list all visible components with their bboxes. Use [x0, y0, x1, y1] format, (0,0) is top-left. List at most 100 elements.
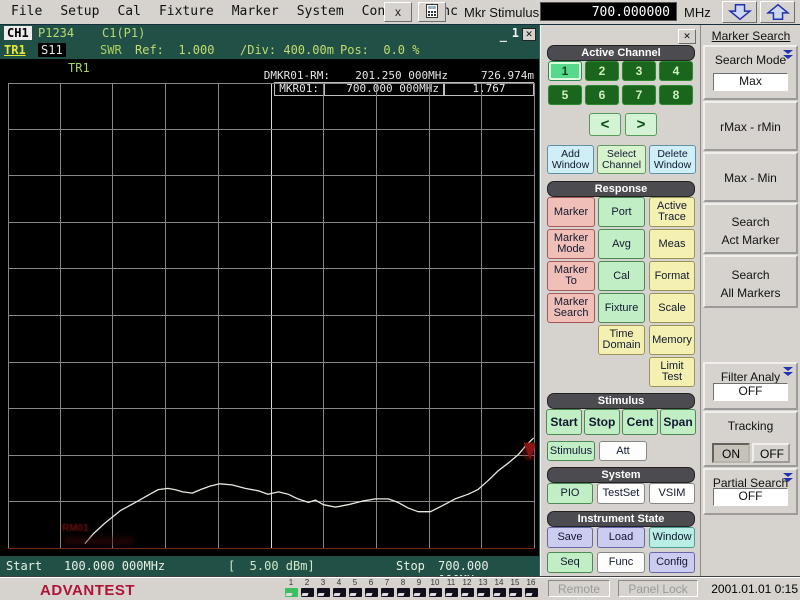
format-button[interactable]: Format: [649, 261, 695, 291]
marker-mode-button[interactable]: Marker Mode: [547, 229, 595, 259]
stimulus-start-button[interactable]: Start: [546, 409, 582, 435]
fixture-button[interactable]: Fixture: [598, 293, 645, 323]
toggle-tracking-off[interactable]: OFF: [752, 443, 790, 463]
stimulus-button[interactable]: Stimulus: [547, 441, 595, 461]
window-icon-mark: [461, 593, 468, 596]
softkey-search-act-marker[interactable]: SearchAct Marker: [703, 203, 798, 254]
menu-file[interactable]: File: [2, 2, 51, 21]
time-domain-button[interactable]: Time Domain: [598, 325, 645, 355]
channel-next-button[interactable]: >: [625, 113, 657, 136]
minimized-window-13[interactable]: 13: [475, 579, 491, 597]
trace-id-label[interactable]: TR1: [4, 43, 26, 57]
softkey-rmax-rmin[interactable]: rMax - rMin: [703, 101, 798, 151]
minimized-window-8[interactable]: 8: [395, 579, 411, 597]
limit-test-button[interactable]: Limit Test: [649, 357, 695, 387]
minimized-window-9[interactable]: 9: [411, 579, 427, 597]
channel-button-4[interactable]: 4: [659, 61, 693, 81]
config-button[interactable]: Config: [649, 552, 695, 573]
datetime-label: 2001.01.01 0:15: [706, 582, 798, 596]
window-icon-mark: [429, 593, 436, 596]
window-icon-mark: [317, 593, 324, 596]
meas-button[interactable]: Meas: [649, 229, 695, 259]
minimized-window-11[interactable]: 11: [443, 579, 459, 597]
vsim-button[interactable]: VSIM: [649, 483, 695, 504]
minimized-window-1[interactable]: 1: [283, 579, 299, 597]
seq-button[interactable]: Seq: [547, 552, 593, 573]
testset-button[interactable]: TestSet: [597, 483, 645, 504]
stimulus-stop-button[interactable]: Stop: [584, 409, 620, 435]
minimized-window-10[interactable]: 10: [427, 579, 443, 597]
stimulus-cent-button[interactable]: Cent: [622, 409, 658, 435]
menu-setup[interactable]: Setup: [51, 2, 108, 21]
channel-button-5[interactable]: 5: [548, 85, 582, 105]
toolbar-close-button[interactable]: x: [384, 2, 412, 22]
add-window-button[interactable]: Add Window: [547, 145, 594, 174]
scale-button[interactable]: Scale: [649, 293, 695, 323]
menu-system[interactable]: System: [288, 2, 353, 21]
active-trace-button[interactable]: Active Trace: [649, 197, 695, 227]
window-icon: [509, 588, 522, 597]
delta-marker-frequency: 201.250 000MHz: [330, 69, 448, 82]
channel-button-3[interactable]: 3: [622, 61, 656, 81]
graph-close-button[interactable]: ✕: [522, 28, 536, 41]
minimized-window-5[interactable]: 5: [347, 579, 363, 597]
window-icon-mark: [285, 593, 292, 596]
softkey-tracking[interactable]: TrackingONOFF: [703, 411, 798, 467]
start-value: 100.000 000MHz: [64, 559, 165, 573]
minimized-window-2[interactable]: 2: [299, 579, 315, 597]
minimized-window-4[interactable]: 4: [331, 579, 347, 597]
minimized-window-16[interactable]: 16: [523, 579, 539, 597]
window-icon-mark: [333, 593, 340, 596]
channel-button-6[interactable]: 6: [585, 85, 619, 105]
softkey-label-line2: Act Marker: [705, 233, 796, 247]
menu-fixture[interactable]: Fixture: [150, 2, 223, 21]
marker-button[interactable]: Marker: [547, 197, 595, 227]
att-button[interactable]: Att: [599, 441, 647, 461]
softkey-value-display: OFF: [713, 488, 788, 506]
stimulus-span-button[interactable]: Span: [660, 409, 696, 435]
minimized-window-3[interactable]: 3: [315, 579, 331, 597]
channel-button-8[interactable]: 8: [659, 85, 693, 105]
port-button[interactable]: Port: [598, 197, 645, 227]
control-panel-close-button[interactable]: ✕: [678, 29, 696, 44]
select-channel-button[interactable]: Select Channel: [597, 145, 646, 174]
delete-window-button[interactable]: Delete Window: [649, 145, 696, 174]
marker-step-down-button[interactable]: [722, 1, 757, 23]
toggle-tracking-on[interactable]: ON: [712, 443, 750, 463]
div-value: 400.00m: [283, 43, 334, 57]
channel-button-7[interactable]: 7: [622, 85, 656, 105]
cal-button[interactable]: Cal: [598, 261, 645, 291]
calculator-button[interactable]: [418, 2, 446, 22]
minimize-icon[interactable]: _: [500, 28, 507, 42]
softkey-partial-search[interactable]: Partial SearchOFF: [703, 468, 798, 515]
mkr-stimulus-input[interactable]: 700.000000: [540, 2, 677, 21]
func-button[interactable]: Func: [597, 552, 645, 573]
minimized-window-7[interactable]: 7: [379, 579, 395, 597]
window-button[interactable]: Window: [649, 527, 695, 548]
avg-button[interactable]: Avg: [598, 229, 645, 259]
save-button[interactable]: Save: [547, 527, 593, 548]
menu-cal[interactable]: Cal: [108, 2, 149, 21]
load-button[interactable]: Load: [597, 527, 645, 548]
trace-plot-area[interactable]: [8, 83, 535, 549]
menu-marker[interactable]: Marker: [223, 2, 288, 21]
channel-button-1[interactable]: 1: [548, 61, 582, 81]
marker-step-up-button[interactable]: [760, 1, 795, 23]
pio-button[interactable]: PIO: [547, 483, 593, 504]
minimized-window-6[interactable]: 6: [363, 579, 379, 597]
softkey-search-all-markers[interactable]: SearchAll Markers: [703, 255, 798, 308]
softkey-search-mode[interactable]: Search ModeMax: [703, 45, 798, 100]
softkey-value-display: Max: [713, 73, 788, 91]
softkey-max-min[interactable]: Max - Min: [703, 152, 798, 202]
minimized-window-12[interactable]: 12: [459, 579, 475, 597]
channel-prev-button[interactable]: <: [589, 113, 621, 136]
minimized-window-15[interactable]: 15: [507, 579, 523, 597]
channel-button-2[interactable]: 2: [585, 61, 619, 81]
marker-search-button[interactable]: Marker Search: [547, 293, 595, 323]
window-icon-mark: [365, 593, 372, 596]
memory-button[interactable]: Memory: [649, 325, 695, 355]
marker-to-button[interactable]: Marker To: [547, 261, 595, 291]
softkey-filter-analy[interactable]: Filter AnalyOFF: [703, 362, 798, 410]
window-number: 5: [347, 579, 363, 587]
minimized-window-14[interactable]: 14: [491, 579, 507, 597]
